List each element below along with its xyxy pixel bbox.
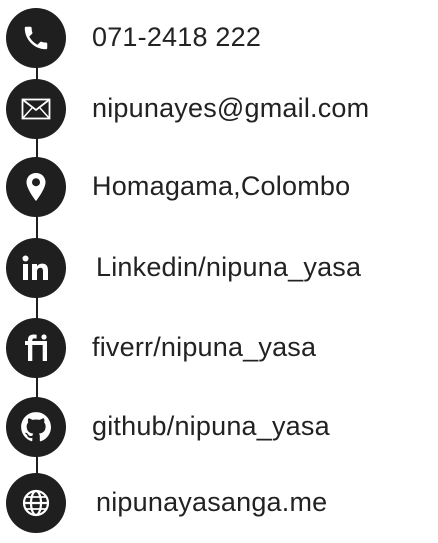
contact-row-phone[interactable]: 071-2418 222: [0, 8, 438, 78]
map-pin-icon: [6, 157, 66, 217]
website-text[interactable]: nipunayasanga.me: [96, 487, 327, 518]
github-text[interactable]: github/nipuna_yasa: [92, 411, 330, 442]
fiverr-text[interactable]: fiverr/nipuna_yasa: [92, 332, 316, 363]
contact-row-email[interactable]: nipunayes@gmail.com: [0, 79, 438, 149]
linkedin-text[interactable]: Linkedin/nipuna_yasa: [96, 252, 361, 283]
contact-row-location[interactable]: Homagama,Colombo: [0, 157, 438, 227]
location-text: Homagama,Colombo: [92, 171, 351, 201]
contact-row-fiverr[interactable]: fiverr/nipuna_yasa: [0, 318, 438, 388]
email-text[interactable]: nipunayes@gmail.com: [92, 93, 369, 124]
phone-text[interactable]: 071-2418 222: [92, 22, 261, 53]
contact-row-website[interactable]: nipunayasanga.me: [0, 473, 438, 543]
linkedin-icon: [6, 238, 66, 298]
contact-row-github[interactable]: github/nipuna_yasa: [0, 397, 438, 467]
fiverr-icon: [6, 318, 66, 378]
contact-row-linkedin[interactable]: Linkedin/nipuna_yasa: [0, 238, 438, 308]
phone-icon: [6, 8, 66, 68]
globe-icon: [6, 473, 66, 533]
github-icon: [6, 397, 66, 457]
envelope-icon: [6, 79, 66, 139]
